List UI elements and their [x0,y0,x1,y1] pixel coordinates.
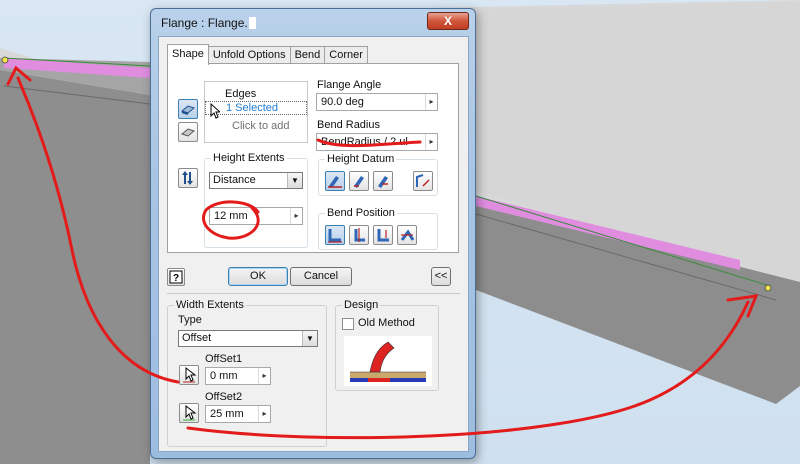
tab-strip: Shape Unfold Options Bend Corner [167,44,368,65]
shape-panel: Edges 1 Selected Click to add Flange Ang… [167,63,459,253]
dialog-client: Shape Unfold Options Bend Corner Edges 1… [158,36,469,452]
bend-position-label: Bend Position [325,207,397,219]
width-type-value: Offset [182,332,212,344]
height-datum-label: Height Datum [325,153,397,165]
datum-outer-button[interactable] [325,171,345,191]
offset1-label: OffSet1 [205,353,243,365]
edges-header: Edges [225,88,257,100]
datum-parallel-button[interactable] [413,171,433,191]
chevron-down-icon: ▼ [302,331,317,346]
tab-shape[interactable]: Shape [167,44,209,65]
old-method-label: Old Method [358,317,415,329]
height-extents-type-value: Distance [213,174,256,186]
design-group: Design Old Method [335,299,439,391]
bend-inside-icon [328,229,342,243]
flange-angle-label: Flange Angle [317,79,382,91]
part-side-face-left [0,70,150,464]
help-button[interactable]: ? [167,268,185,286]
ok-button[interactable]: OK [228,267,288,286]
edge-endpoint-left[interactable] [1,56,9,64]
edges-add-hint: Click to add [232,120,290,132]
bend-radius-value: BendRadius / 2 ul [321,136,408,148]
height-extents-type-select[interactable]: Distance ▼ [209,172,303,189]
edge-select-button[interactable] [178,99,198,119]
height-datum-group: Height Datum [318,153,438,196]
chevron-down-icon: ▼ [287,173,302,188]
height-extents-value: 12 mm [214,210,248,222]
datum-inner-icon [354,176,364,188]
datum-tangent-button[interactable] [373,171,393,191]
flip-direction-icon [182,171,193,185]
flange-dialog: Flange : Flange. X Shape Unfold Options … [150,8,476,459]
datum-inner-button[interactable] [349,171,369,191]
width-extents-label: Width Extents [174,299,246,311]
flange-angle-arrow-icon[interactable]: ▸ [425,94,437,110]
edge-endpoint-right[interactable] [764,284,772,292]
section-divider [167,293,460,294]
design-preview-image [344,336,432,386]
pointer-select-icon [183,404,197,421]
bend-radius-arrow-icon[interactable]: ▸ [425,134,437,150]
bend-position-group: Bend Position [318,207,438,250]
offset2-value: 25 mm [210,408,244,420]
close-button[interactable]: X [427,12,469,30]
height-extents-arrow-icon[interactable]: ▸ [290,208,302,224]
bend-position-inside-button[interactable] [325,225,345,245]
collapse-button[interactable]: << [431,267,451,286]
edges-selected-text: 1 Selected [226,102,278,114]
offset2-arrow-icon[interactable]: ▸ [258,406,270,422]
mouse-cursor-icon [210,103,220,119]
offset2-label: OffSet2 [205,391,243,403]
bend-position-outside-button[interactable] [349,225,369,245]
old-method-checkbox[interactable] [342,318,354,330]
datum-tangent-icon [378,176,388,188]
height-extents-group: Height Extents Distance ▼ 12 mm ▸ [204,152,308,248]
cancel-button[interactable]: Cancel [290,267,352,286]
offset2-input[interactable]: 25 mm ▸ [205,405,271,423]
flange-angle-value: 90.0 deg [321,96,364,108]
width-type-label: Type [178,314,202,326]
datum-outer-icon [328,176,342,188]
width-type-select[interactable]: Offset ▼ [178,330,318,347]
edges-selected-row[interactable]: 1 Selected [205,101,307,115]
offset2-select-button[interactable] [179,403,199,423]
bend-position-adjacent-button[interactable] [373,225,393,245]
edge-select-icon [180,105,196,115]
dialog-title: Flange : Flange. [161,16,256,30]
bend-adjacent-icon [377,229,389,242]
flange-angle-input[interactable]: 90.0 deg ▸ [316,93,438,111]
bend-outside-icon [354,228,365,242]
offset1-arrow-icon[interactable]: ▸ [258,368,270,384]
flip-direction-button[interactable] [178,168,198,188]
offset1-select-button[interactable] [179,365,199,385]
width-extents-group: Width Extents Type Offset ▼ OffSet1 0 mm… [167,299,327,447]
design-label: Design [342,299,381,311]
help-icon: ? [169,270,183,284]
pointer-select-icon [183,366,197,383]
bend-radius-label: Bend Radius [317,119,380,131]
svg-text:?: ? [173,273,179,284]
bend-position-tangent-button[interactable] [397,225,417,245]
loop-select-icon [180,128,196,137]
height-extents-input[interactable]: 12 mm ▸ [209,207,303,225]
height-extents-label: Height Extents [211,152,287,164]
datum-parallel-icon [416,174,430,187]
bend-radius-input[interactable]: BendRadius / 2 ul ▸ [316,133,438,151]
bend-tangent-icon [400,229,415,241]
loop-select-button[interactable] [178,122,198,142]
offset1-input[interactable]: 0 mm ▸ [205,367,271,385]
offset1-value: 0 mm [210,370,238,382]
